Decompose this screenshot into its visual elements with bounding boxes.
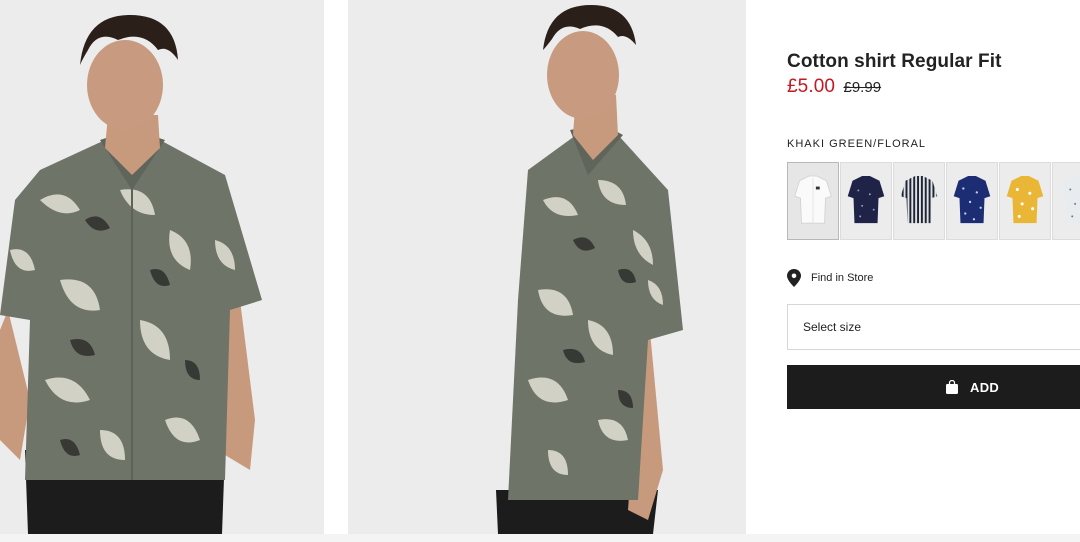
- model-front-illustration: [0, 0, 324, 534]
- swatch-white[interactable]: [787, 162, 839, 240]
- add-to-bag-button[interactable]: ADD: [787, 365, 1080, 409]
- find-in-store-label: Find in Store: [811, 272, 874, 284]
- swatch-navy-print[interactable]: [946, 162, 998, 240]
- model-side-illustration: [348, 0, 746, 534]
- location-pin-icon: [787, 269, 801, 287]
- product-image-side[interactable]: [348, 0, 746, 534]
- selected-colour-label: KHAKI GREEN/FLORAL: [787, 138, 927, 150]
- swatch-navy-dot[interactable]: [840, 162, 892, 240]
- shirt-thumbnail-icon: [1059, 176, 1080, 224]
- shirt-thumbnail-icon: [1006, 176, 1044, 224]
- shirt-thumbnail-icon: [847, 176, 885, 224]
- shirt-thumbnail-icon: [900, 176, 938, 224]
- shopping-bag-icon: [946, 380, 958, 394]
- size-selector[interactable]: Select size: [787, 304, 1080, 350]
- product-title: Cotton shirt Regular Fit: [787, 51, 1002, 72]
- sale-price: £5.00: [787, 76, 836, 97]
- swatch-grey-stripe[interactable]: [893, 162, 945, 240]
- swatch-yellow-print[interactable]: [999, 162, 1051, 240]
- find-in-store-link[interactable]: Find in Store: [787, 268, 873, 288]
- swatch-white-print[interactable]: [1052, 162, 1080, 240]
- add-button-label: ADD: [970, 379, 1000, 395]
- size-selector-placeholder: Select size: [803, 320, 862, 334]
- colour-swatch-list: [787, 162, 1080, 240]
- original-price: £9.99: [843, 79, 882, 96]
- product-info-panel: Cotton shirt Regular Fit £5.00 £9.99 KHA…: [787, 0, 1080, 542]
- shirt-thumbnail-icon: [794, 175, 832, 224]
- shirt-thumbnail-icon: [953, 176, 991, 224]
- price-row: £5.00 £9.99: [787, 76, 881, 98]
- product-image-front[interactable]: [0, 0, 324, 534]
